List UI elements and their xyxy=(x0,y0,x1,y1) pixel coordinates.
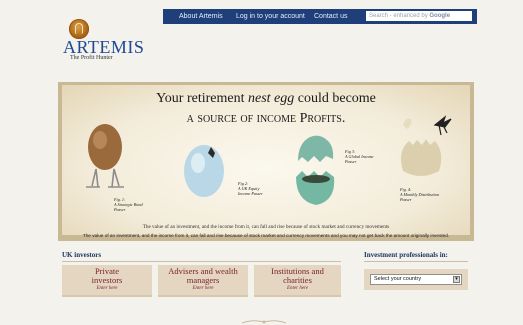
private-investors-button[interactable]: Private investors Enter here xyxy=(62,265,152,297)
professionals-divider xyxy=(364,261,468,262)
country-select-value: Select your country xyxy=(374,276,422,282)
institutions-button[interactable]: Institutions and charities Enter here xyxy=(254,265,341,297)
uk-investors-divider xyxy=(62,261,341,262)
enter-link[interactable]: Enter here xyxy=(254,286,341,291)
egg-cracked-green-icon xyxy=(296,135,335,205)
country-select[interactable]: Select your country ▾ xyxy=(370,274,462,285)
card-title: Advisers and wealth managers xyxy=(168,266,238,285)
google-brand: Google xyxy=(429,13,451,19)
nav-about-link[interactable]: About Artemis xyxy=(179,13,223,20)
page: About Artemis Log in to your account Con… xyxy=(0,0,523,325)
artemis-logo-icon[interactable] xyxy=(69,19,89,39)
disclaimer-overlay: The value of an investment, and the inco… xyxy=(82,233,450,238)
card-title: Institutions and charities xyxy=(271,266,324,285)
search-input[interactable]: Search - enhanced by Google xyxy=(366,11,472,21)
logo-tagline: The Profit Hunter xyxy=(70,55,113,61)
card-title: Private investors xyxy=(91,266,123,285)
disclaimer-serif: The value of an investment, and the inco… xyxy=(142,224,390,230)
enter-link[interactable]: Enter here xyxy=(158,286,248,291)
fig-2-caption: Fig 2: A UK Equity Income Passer xyxy=(238,181,263,196)
fig-1-caption: Fig. 1: A Strategic Bond Passer xyxy=(114,197,143,212)
egg-hatched-icon xyxy=(401,115,452,176)
top-navigation: About Artemis Log in to your account Con… xyxy=(163,9,477,24)
nav-login-link[interactable]: Log in to your account xyxy=(236,13,305,20)
advisers-button[interactable]: Advisers and wealth managers Enter here xyxy=(158,265,248,297)
nav-contact-link[interactable]: Contact us xyxy=(314,13,347,20)
professionals-heading: Investment professionals in: xyxy=(364,251,448,259)
headline-line-1: Your retirement nest egg could become xyxy=(156,91,376,106)
ornament-divider-icon xyxy=(242,320,286,324)
hero-image: Your retirement nest egg could become a … xyxy=(62,85,470,235)
fig-3-caption: Fig 3: A Global Income Passer xyxy=(345,149,374,164)
egg-brown-icon xyxy=(86,124,124,188)
search-placeholder: Search - enhanced by xyxy=(369,13,428,19)
hero-banner[interactable]: Your retirement nest egg could become a … xyxy=(58,82,474,241)
country-select-panel: Select your country ▾ xyxy=(364,269,468,290)
fig-4-caption: Fig. 4: A Monthly Distribution Passer xyxy=(400,187,440,202)
enter-link[interactable]: Enter here xyxy=(62,286,152,291)
headline-emphasis: nest egg xyxy=(248,91,295,106)
egg-blue-icon xyxy=(184,145,224,197)
uk-investors-heading: UK investors xyxy=(62,251,102,259)
chevron-down-icon[interactable]: ▾ xyxy=(453,276,460,283)
